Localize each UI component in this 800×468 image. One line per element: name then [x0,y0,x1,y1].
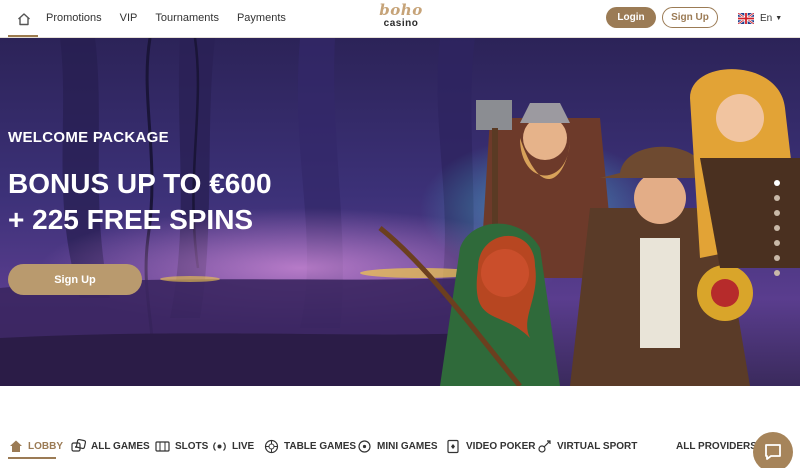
category-label: SLOTS [175,440,209,452]
nav-tournaments[interactable]: Tournaments [155,12,219,24]
carousel-dot[interactable] [774,195,780,201]
hero-title-line-1: BONUS UP TO €600 [8,168,272,199]
logo-subtitle: casino [383,18,419,29]
category-label: LIVE [232,440,255,452]
category-label: TABLE GAMES [284,440,357,452]
category-live[interactable]: LIVE [212,432,254,460]
chat-bubble-icon [765,444,781,460]
hero-signup-button[interactable]: Sign Up [8,264,142,295]
category-table-games[interactable]: TABLE GAMES [264,432,356,460]
active-category-indicator [8,457,56,459]
main-nav: Promotions VIP Tournaments Payments [46,0,304,36]
virtual-sport-icon [537,439,552,454]
home-button[interactable] [12,6,36,32]
carousel-dot[interactable] [774,180,780,186]
nav-vip[interactable]: VIP [120,12,138,24]
home-icon [18,13,30,26]
carousel-dot[interactable] [774,240,780,246]
category-label: VIDEO POKER [466,440,536,452]
category-label: MINI GAMES [377,440,438,452]
category-video-poker[interactable]: VIDEO POKER [446,432,535,460]
nav-payments[interactable]: Payments [237,12,286,24]
cards-icon [446,439,461,454]
live-chat-button[interactable] [753,432,793,468]
uk-flag-icon [738,12,754,24]
category-label: ALL GAMES [91,440,150,452]
slot-machine-icon [155,439,170,454]
home-icon [8,439,23,454]
chevron-down-icon: ▼ [775,14,783,22]
carousel-dot[interactable] [774,225,780,231]
hero-title: BONUS UP TO €600 + 225 FREE SPINS [8,166,272,238]
category-slots[interactable]: SLOTS [155,432,208,460]
language-selector[interactable]: En ▼ [738,10,782,26]
top-header: Promotions VIP Tournaments Payments boho… [0,0,800,38]
category-virtual-sport[interactable]: VIRTUAL SPORT [537,432,637,460]
carousel-dots [774,180,780,285]
hero-title-line-2: + 225 FREE SPINS [8,204,254,235]
mini-games-icon [357,439,372,454]
hero-banner: WELCOME PACKAGE BONUS UP TO €600 + 225 F… [0,38,800,386]
category-mini-games[interactable]: MINI GAMES [357,432,438,460]
carousel-dot[interactable] [774,255,780,261]
category-label: VIRTUAL SPORT [557,440,638,452]
login-button[interactable]: Login [606,7,656,28]
home-active-indicator [8,35,38,37]
hero-eyebrow: WELCOME PACKAGE [8,129,169,146]
roulette-icon [264,439,279,454]
logo-wordmark: boho [379,1,423,19]
category-lobby[interactable]: LOBBY [8,432,63,460]
language-label: En [760,12,773,24]
carousel-dot[interactable] [774,270,780,276]
carousel-dot[interactable] [774,210,780,216]
providers-label: ALL PROVIDERS [676,440,757,452]
live-icon [212,439,227,454]
site-logo[interactable]: boho casino [376,3,426,33]
nav-promotions[interactable]: Promotions [46,12,102,24]
category-label: LOBBY [28,440,63,452]
category-all-games[interactable]: ALL GAMES [71,432,150,460]
dice-icon [71,438,86,454]
signup-button[interactable]: Sign Up [662,7,718,28]
